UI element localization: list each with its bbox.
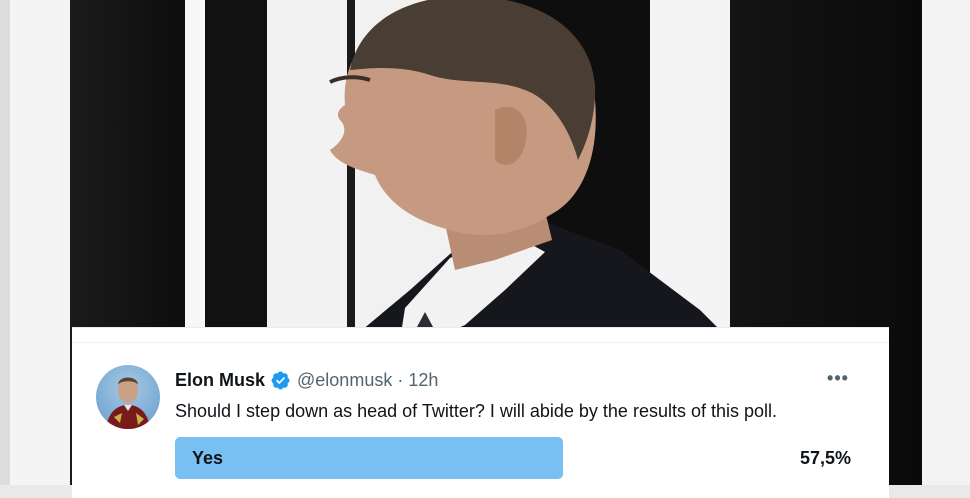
person-profile-silhouette [329, 0, 730, 340]
poll-option-label: Yes [192, 448, 224, 468]
divider [72, 342, 889, 343]
avatar-image [106, 377, 150, 429]
timestamp[interactable]: 12h [408, 368, 438, 392]
tweet-card: Elon Musk @elonmusk · 12h ••• Should I s… [72, 327, 889, 498]
author-handle[interactable]: @elonmusk [297, 368, 392, 392]
avatar[interactable] [96, 365, 160, 429]
tweet-text: Should I step down as head of Twitter? I… [175, 401, 778, 421]
background-stripe [922, 0, 970, 485]
author-name[interactable]: Elon Musk [175, 368, 265, 392]
author-row: Elon Musk @elonmusk · 12h [175, 368, 438, 392]
verified-badge-icon [271, 371, 290, 389]
more-options-icon[interactable]: ••• [826, 366, 850, 390]
separator-dot: · [397, 370, 404, 390]
poll-option-percent: 57,5% [799, 448, 851, 468]
background-stripe [0, 0, 10, 485]
poll-option-bar [175, 437, 563, 479]
